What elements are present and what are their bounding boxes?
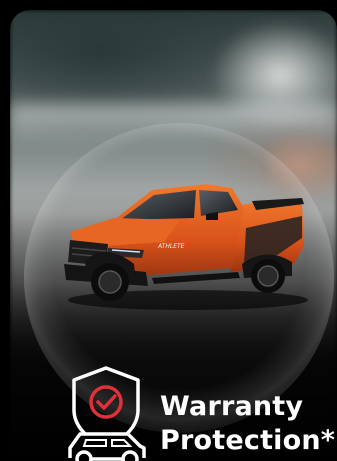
warranty-card[interactable]: ATHLETE Warranty Protection* (10, 10, 337, 461)
pickup-truck-image: ATHLETE (64, 184, 308, 310)
shield-check-car-icon (68, 366, 146, 461)
title-line-1: Warranty (160, 391, 304, 422)
vehicle-badge: ATHLETE (157, 243, 185, 250)
card-title: Warranty Protection* (160, 390, 335, 458)
title-line-2: Protection* (160, 425, 336, 456)
